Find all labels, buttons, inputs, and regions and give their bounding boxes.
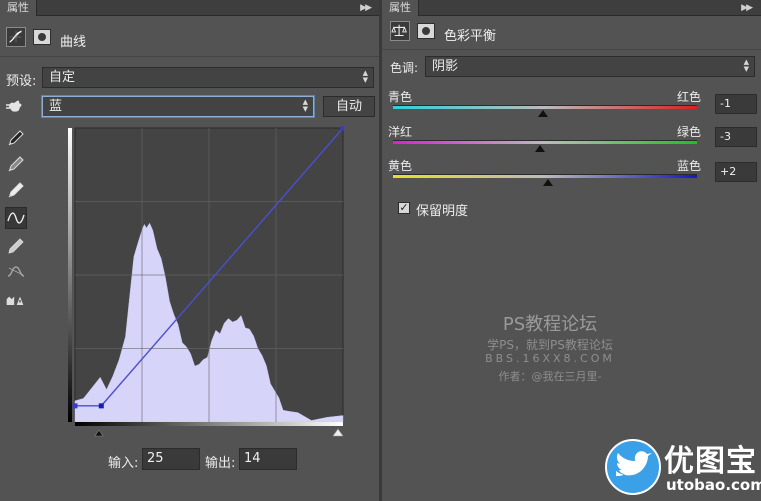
color-balance-icon[interactable] bbox=[390, 21, 410, 41]
watermark-title: PS教程论坛 bbox=[502, 314, 598, 335]
select-arrows-icon: ▲ ▼ bbox=[743, 58, 749, 73]
bird-logo-icon bbox=[605, 439, 661, 495]
select-arrows-icon: ▲ ▼ bbox=[302, 98, 308, 113]
right-properties-tab[interactable]: 属性 bbox=[382, 0, 419, 16]
color-balance-properties-panel: 属性 ▶▶ 色彩平衡 色调: 阴影 ▲ ▼ 青色 红色 -1 洋红 绿色 -3 黄… bbox=[382, 0, 761, 501]
auto-button[interactable]: 自动 bbox=[323, 96, 375, 117]
channel-select-value: 蓝 bbox=[49, 99, 63, 114]
input-label: 输入: bbox=[108, 456, 139, 471]
left-collapse-icon[interactable]: ▶▶ bbox=[360, 0, 372, 16]
mask-icon[interactable] bbox=[33, 29, 51, 45]
left-properties-tab[interactable]: 属性 bbox=[0, 0, 37, 16]
yellow-blue-slider-thumb[interactable] bbox=[543, 179, 554, 186]
curve-tool-icon[interactable] bbox=[5, 207, 27, 229]
logo-domain: utobao.com bbox=[666, 476, 761, 494]
black-point-slider[interactable] bbox=[94, 429, 104, 437]
curve-point-selected[interactable] bbox=[98, 403, 104, 409]
smooth-curve-icon[interactable] bbox=[6, 262, 26, 282]
logo-name: 优图宝 bbox=[664, 444, 757, 479]
preset-select-value: 自定 bbox=[49, 70, 76, 85]
output-gradient-bar bbox=[68, 128, 72, 422]
curves-properties-panel: 属性 ▶▶ 曲线 预设: 自定 ▲ ▼ 蓝 ▲ ▼ 自动 输入: 25 输出: … bbox=[0, 0, 380, 501]
red-label: 红色 bbox=[677, 90, 702, 104]
eyedropper-gray-icon[interactable] bbox=[6, 154, 26, 174]
green-label: 绿色 bbox=[677, 125, 702, 139]
tone-select[interactable]: 阴影 ▲ ▼ bbox=[425, 56, 755, 77]
tone-label: 色调: bbox=[390, 61, 419, 75]
curve-point-end[interactable] bbox=[340, 126, 345, 131]
curves-graph[interactable] bbox=[68, 126, 344, 438]
magenta-label: 洋红 bbox=[388, 125, 413, 139]
output-label: 输出: bbox=[205, 456, 236, 471]
preset-label: 预设: bbox=[6, 74, 37, 89]
header-divider bbox=[0, 56, 380, 57]
input-gradient-bar bbox=[75, 422, 343, 426]
curve-point-start[interactable] bbox=[72, 403, 78, 409]
tone-select-value: 阴影 bbox=[432, 59, 459, 74]
curves-title: 曲线 bbox=[60, 35, 87, 50]
preset-select[interactable]: 自定 ▲ ▼ bbox=[42, 67, 374, 88]
clipping-warning-icon[interactable] bbox=[5, 290, 29, 310]
channel-select[interactable]: 蓝 ▲ ▼ bbox=[42, 96, 314, 117]
yellow-blue-track[interactable] bbox=[393, 174, 697, 178]
header-divider bbox=[382, 49, 761, 50]
input-value-field[interactable]: 25 bbox=[142, 448, 200, 470]
magenta-green-track[interactable] bbox=[393, 140, 697, 144]
preserve-luminosity-label: 保留明度 bbox=[416, 204, 469, 219]
magenta-green-slider-thumb[interactable] bbox=[535, 145, 546, 152]
cyan-red-slider-thumb[interactable] bbox=[538, 110, 549, 117]
yellow-label: 黄色 bbox=[388, 159, 413, 173]
watermark-author: 作者：@我在三月里- bbox=[498, 370, 602, 383]
eyedropper-black-icon[interactable] bbox=[6, 128, 26, 148]
eyedropper-white-icon[interactable] bbox=[6, 180, 26, 200]
right-collapse-icon[interactable]: ▶▶ bbox=[741, 0, 753, 16]
yellow-blue-value-field[interactable]: +2 bbox=[715, 162, 757, 182]
site-logo: 优图宝 utobao.com bbox=[604, 436, 761, 498]
magenta-green-value-field[interactable]: -3 bbox=[715, 127, 757, 147]
pencil-tool-icon[interactable] bbox=[6, 236, 26, 256]
cyan-red-track[interactable] bbox=[393, 105, 697, 109]
right-tab-bar: 属性 ▶▶ bbox=[382, 0, 761, 16]
watermark-url: BBS.16XX8.COM bbox=[485, 352, 615, 365]
blue-label: 蓝色 bbox=[677, 159, 702, 173]
targeted-adjust-hand-icon[interactable] bbox=[5, 96, 25, 116]
curves-adjustment-icon[interactable] bbox=[6, 27, 26, 47]
cyan-label: 青色 bbox=[388, 90, 413, 104]
left-tab-bar: 属性 ▶▶ bbox=[0, 0, 380, 16]
mask-icon[interactable] bbox=[417, 23, 435, 39]
white-point-slider[interactable] bbox=[332, 428, 344, 437]
watermark-slogan: 学PS，就到PS教程论坛 bbox=[487, 338, 613, 352]
output-value-field[interactable]: 14 bbox=[239, 448, 297, 470]
cyan-red-value-field[interactable]: -1 bbox=[715, 94, 757, 114]
preserve-luminosity-checkbox[interactable]: ✓ bbox=[398, 202, 410, 214]
color-balance-title: 色彩平衡 bbox=[444, 29, 497, 44]
select-arrows-icon: ▲ ▼ bbox=[362, 69, 368, 84]
